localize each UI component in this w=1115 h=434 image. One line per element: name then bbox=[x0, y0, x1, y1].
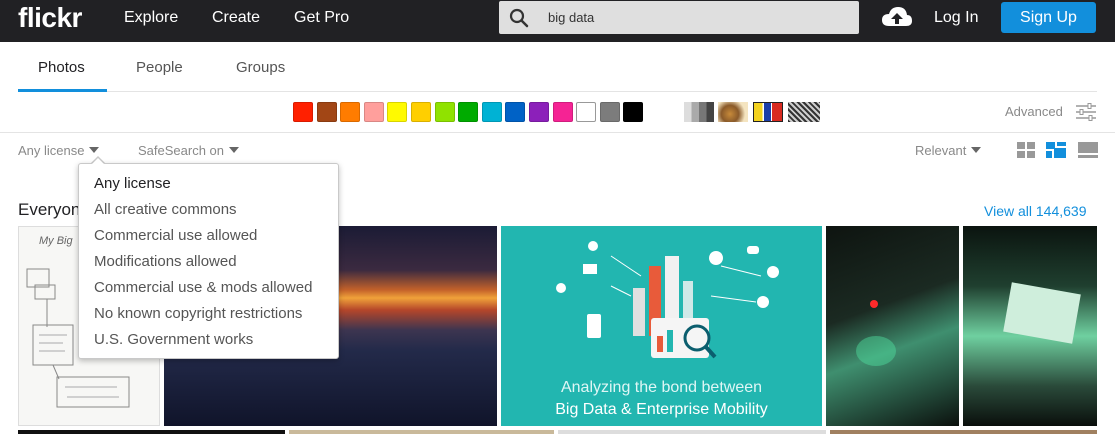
color-swatch[interactable] bbox=[576, 102, 597, 122]
next-row-photo-2[interactable] bbox=[289, 430, 554, 434]
search-icon bbox=[509, 8, 529, 28]
chevron-down-icon bbox=[229, 147, 240, 153]
color-swatch[interactable] bbox=[293, 102, 313, 122]
upload-cloud-icon[interactable] bbox=[881, 6, 913, 28]
color-swatch[interactable] bbox=[529, 102, 549, 122]
sort-dropdown[interactable]: Relevant bbox=[915, 143, 982, 158]
chevron-down-icon bbox=[971, 147, 982, 153]
top-nav-bar: flickr Explore Create Get Pro big data L… bbox=[0, 0, 1115, 42]
photo-stage[interactable] bbox=[826, 226, 959, 426]
next-row-photo-1[interactable] bbox=[18, 430, 285, 434]
nav-get-pro[interactable]: Get Pro bbox=[294, 9, 349, 27]
color-swatch[interactable] bbox=[505, 102, 526, 122]
license-option-modifications[interactable]: Modifications allowed bbox=[94, 253, 237, 270]
filter-divider bbox=[0, 132, 1115, 133]
color-swatch[interactable] bbox=[481, 102, 502, 122]
grid-view-icon[interactable] bbox=[1017, 142, 1035, 158]
license-option-commercial-mods[interactable]: Commercial use & mods allowed bbox=[94, 279, 312, 296]
flickr-logo[interactable]: flickr bbox=[18, 2, 82, 34]
tab-groups[interactable]: Groups bbox=[236, 59, 285, 76]
color-swatch[interactable] bbox=[363, 102, 384, 122]
studio-sign bbox=[1003, 282, 1081, 344]
photo-studio[interactable] bbox=[963, 226, 1097, 426]
safesearch-filter-label: SafeSearch on bbox=[138, 143, 225, 158]
style-filter-shallow-depth[interactable] bbox=[718, 102, 748, 122]
license-filter-label: Any license bbox=[18, 143, 85, 158]
color-swatch[interactable] bbox=[458, 102, 479, 122]
color-swatch[interactable] bbox=[340, 102, 361, 122]
sliders-icon[interactable] bbox=[1076, 103, 1096, 121]
nav-explore[interactable]: Explore bbox=[124, 9, 178, 27]
next-row-photo-4[interactable] bbox=[830, 430, 1097, 434]
advanced-label[interactable]: Advanced bbox=[1005, 104, 1063, 119]
style-filter-black-and-white[interactable] bbox=[684, 102, 714, 122]
color-swatch[interactable] bbox=[316, 102, 337, 122]
tab-people[interactable]: People bbox=[136, 59, 183, 76]
active-tab-indicator bbox=[18, 89, 107, 92]
license-option-commercial[interactable]: Commercial use allowed bbox=[94, 227, 257, 244]
search-query[interactable]: big data bbox=[548, 10, 594, 25]
justified-view-icon[interactable] bbox=[1046, 142, 1066, 158]
license-option-creative-commons[interactable]: All creative commons bbox=[94, 201, 237, 218]
color-swatch[interactable] bbox=[623, 102, 644, 122]
license-option-no-copyright[interactable]: No known copyright restrictions bbox=[94, 305, 302, 322]
next-row-photo-3[interactable] bbox=[558, 430, 826, 434]
search-input[interactable]: big data bbox=[499, 1, 859, 34]
view-all-link[interactable]: View all 144,639 bbox=[984, 203, 1086, 219]
color-swatch[interactable] bbox=[599, 102, 620, 122]
safesearch-filter[interactable]: SafeSearch on bbox=[138, 143, 240, 158]
green-light bbox=[856, 336, 896, 366]
login-link[interactable]: Log In bbox=[934, 9, 978, 27]
sketch-title: My Big bbox=[39, 235, 73, 247]
color-swatch[interactable] bbox=[411, 102, 431, 122]
color-swatch[interactable] bbox=[552, 102, 573, 122]
tab-photos[interactable]: Photos bbox=[38, 59, 85, 76]
photo-infographic[interactable]: Analyzing the bond between Big Data & En… bbox=[501, 226, 822, 426]
license-option-us-government[interactable]: U.S. Government works bbox=[94, 331, 253, 348]
infographic-title-line1: Analyzing the bond between bbox=[560, 379, 763, 396]
nav-create[interactable]: Create bbox=[212, 9, 260, 27]
signup-button[interactable]: Sign Up bbox=[1001, 2, 1096, 33]
color-swatch[interactable] bbox=[387, 102, 408, 122]
style-filter-patterns[interactable] bbox=[788, 102, 820, 122]
list-view-icon[interactable] bbox=[1078, 142, 1098, 158]
infographic-title-line2: Big Data & Enterprise Mobility bbox=[555, 401, 768, 418]
search-type-tabs: Photos People Groups bbox=[18, 42, 1097, 92]
color-swatch[interactable] bbox=[434, 102, 455, 122]
license-filter[interactable]: Any license bbox=[18, 143, 100, 158]
dropdown-pointer-inner bbox=[91, 158, 105, 165]
license-option-any[interactable]: Any license bbox=[94, 175, 171, 192]
chevron-down-icon bbox=[89, 147, 100, 153]
red-light bbox=[870, 300, 878, 308]
license-dropdown-menu: Any license All creative commons Commerc… bbox=[78, 163, 339, 359]
sort-label: Relevant bbox=[915, 143, 967, 158]
style-filter-minimalist[interactable] bbox=[753, 102, 783, 122]
